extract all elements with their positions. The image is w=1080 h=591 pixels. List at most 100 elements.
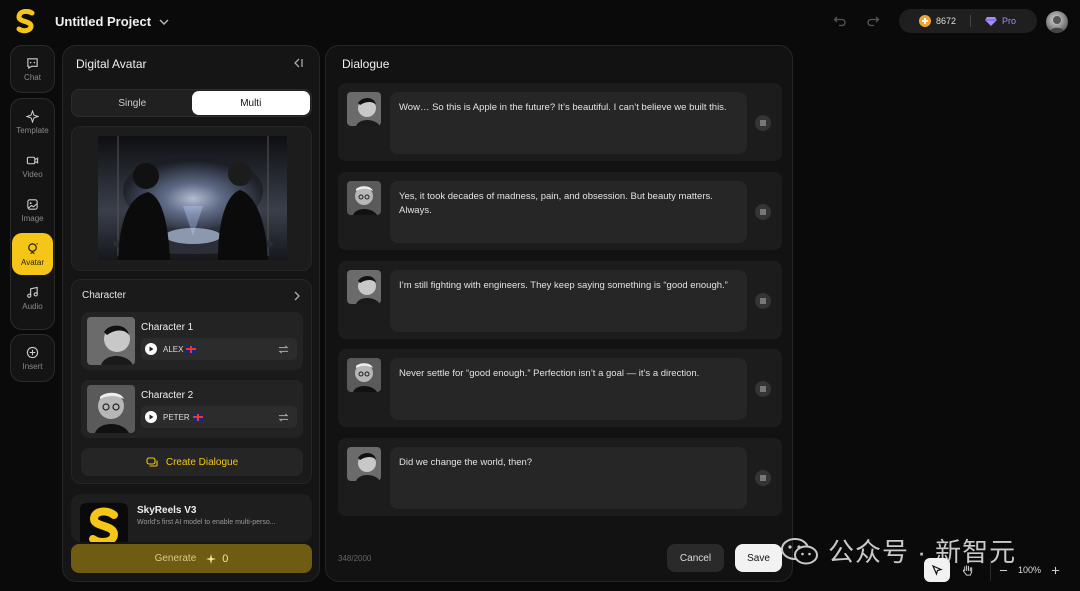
- redo-icon[interactable]: [866, 14, 880, 28]
- character-card[interactable]: Character 2 PETER: [81, 380, 303, 438]
- sidebar-item-image[interactable]: Image: [12, 189, 53, 231]
- sidebar-item-video[interactable]: Video: [12, 145, 53, 187]
- collapse-panel-icon[interactable]: [292, 57, 304, 69]
- skyreels-logo: [80, 503, 128, 542]
- speaker-avatar[interactable]: [347, 447, 381, 481]
- dialogue-icon: [146, 457, 158, 467]
- dialogue-line: Did we change the world, then?: [338, 438, 782, 516]
- app-logo[interactable]: [14, 8, 38, 35]
- character-avatar: [87, 317, 135, 365]
- audio-icon: [27, 286, 38, 298]
- sidebar-group-chat: Chat: [10, 45, 55, 93]
- video-icon: [26, 156, 39, 164]
- digital-avatar-panel: Digital Avatar Single Multi Character Ch…: [62, 45, 320, 582]
- sidebar-item-chat[interactable]: Chat: [12, 48, 53, 90]
- swap-icon[interactable]: [278, 412, 289, 423]
- diamond-icon: [985, 17, 998, 26]
- speaker-avatar[interactable]: [347, 270, 381, 304]
- speaker-avatar[interactable]: [347, 181, 381, 215]
- canvas-toolbar: 100%: [924, 557, 1074, 583]
- character-card[interactable]: Character 1 ALEX: [81, 312, 303, 370]
- plus-circle-icon: [26, 346, 39, 358]
- chevron-right-icon[interactable]: [292, 291, 302, 301]
- menu-icon: [760, 209, 766, 215]
- character-name: Character 1: [141, 322, 194, 333]
- project-title[interactable]: Untitled Project: [55, 14, 169, 29]
- divider: [970, 15, 972, 27]
- panel-title: Digital Avatar: [76, 57, 147, 71]
- generate-cost: 0: [222, 552, 229, 565]
- chevron-down-icon: [159, 19, 169, 25]
- play-icon[interactable]: [145, 343, 157, 355]
- image-icon: [27, 198, 38, 210]
- save-button[interactable]: Save: [735, 544, 782, 572]
- hand-icon: [962, 564, 972, 576]
- create-dialogue-button[interactable]: Create Dialogue: [81, 448, 303, 476]
- dialogue-text-input[interactable]: Did we change the world, then?: [390, 447, 747, 509]
- dialogue-text-input[interactable]: Yes, it took decades of madness, pain, a…: [390, 181, 747, 243]
- menu-icon: [760, 386, 766, 392]
- line-menu-button[interactable]: [755, 204, 771, 220]
- sidebar-group-insert: Insert: [10, 334, 55, 382]
- model-selector[interactable]: SkyReels V3 World's first AI model to en…: [71, 494, 312, 542]
- undo-icon[interactable]: [833, 14, 847, 28]
- dialogue-text-input[interactable]: I’m still fighting with engineers. They …: [390, 270, 747, 332]
- dialogue-line: Wow… So this is Apple in the future? It’…: [338, 83, 782, 161]
- cancel-button[interactable]: Cancel: [667, 544, 724, 572]
- line-menu-button[interactable]: [755, 381, 771, 397]
- wechat-icon: [781, 537, 818, 564]
- sidebar-item-insert[interactable]: Insert: [12, 337, 53, 379]
- generate-button[interactable]: Generate 0: [71, 544, 312, 573]
- model-name: SkyReels V3: [137, 505, 197, 516]
- user-avatar[interactable]: [1046, 11, 1068, 33]
- speaker-avatar[interactable]: [347, 358, 381, 392]
- voice-name: PETER: [163, 412, 190, 422]
- dialogue-line: I’m still fighting with engineers. They …: [338, 261, 782, 339]
- model-description: World's first AI model to enable multi-p…: [137, 519, 276, 526]
- zoom-in-icon[interactable]: [1051, 566, 1060, 575]
- sparkle-icon: [206, 553, 217, 564]
- character-name: Character 2: [141, 390, 194, 401]
- sidebar-item-avatar[interactable]: Avatar: [12, 233, 53, 275]
- coin-icon: [919, 15, 931, 27]
- voice-selector[interactable]: ALEX: [141, 338, 297, 360]
- sidebar-group-tools: Template Video Image Avatar Audio: [10, 98, 55, 330]
- menu-icon: [760, 475, 766, 481]
- dialogue-text-input[interactable]: Wow… So this is Apple in the future? It’…: [390, 92, 747, 154]
- template-icon: [26, 109, 39, 123]
- voice-name: ALEX: [163, 344, 184, 354]
- dialogue-title: Dialogue: [342, 57, 390, 71]
- credits-balance: 8672: [936, 16, 957, 26]
- dialogue-line: Yes, it took decades of madness, pain, a…: [338, 172, 782, 250]
- scene-preview[interactable]: [71, 126, 312, 271]
- character-heading: Character: [82, 290, 126, 301]
- dialogue-text-input[interactable]: Never settle for “good enough.” Perfecti…: [390, 358, 747, 420]
- speaker-avatar[interactable]: [347, 92, 381, 126]
- plan-badge: Pro: [1002, 16, 1017, 26]
- line-menu-button[interactable]: [755, 115, 771, 131]
- credits-pill[interactable]: 8672 Pro: [899, 9, 1037, 33]
- voice-selector[interactable]: PETER: [141, 406, 297, 428]
- sidebar-item-audio[interactable]: Audio: [12, 277, 53, 319]
- sidebar-item-template[interactable]: Template: [12, 101, 53, 143]
- uk-flag-icon: [192, 413, 203, 421]
- line-menu-button[interactable]: [755, 293, 771, 309]
- scene-preview-image: [98, 136, 287, 260]
- swap-icon[interactable]: [278, 344, 289, 355]
- mode-single-tab[interactable]: Single: [73, 91, 192, 115]
- zoom-out-icon[interactable]: [999, 566, 1008, 575]
- chat-icon: [27, 57, 38, 69]
- pan-tool-button[interactable]: [954, 558, 980, 582]
- menu-icon: [760, 298, 766, 304]
- select-tool-button[interactable]: [924, 558, 950, 582]
- avatar-icon: [28, 242, 39, 254]
- zoom-control: 100%: [990, 559, 1060, 581]
- play-icon[interactable]: [145, 411, 157, 423]
- dialogue-panel: Dialogue Wow… So this is Apple in the fu…: [325, 45, 793, 582]
- mode-multi-tab[interactable]: Multi: [191, 91, 310, 115]
- line-menu-button[interactable]: [755, 470, 771, 486]
- cursor-arrow-icon: [931, 564, 943, 576]
- menu-icon: [760, 120, 766, 126]
- character-count: 348/2000: [338, 554, 372, 563]
- uk-flag-icon: [186, 345, 197, 353]
